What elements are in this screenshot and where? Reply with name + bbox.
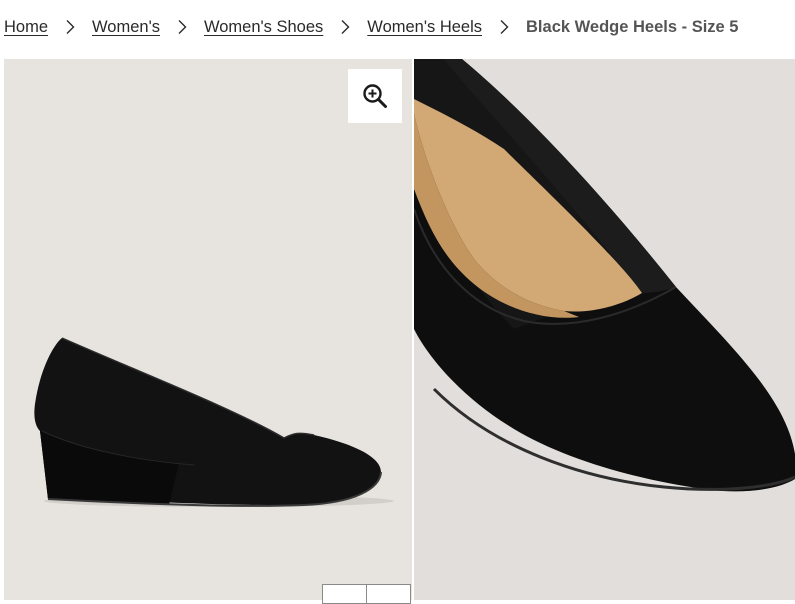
zoom-in-icon <box>363 84 387 108</box>
chevron-right-icon <box>323 19 367 35</box>
carousel-next-button[interactable] <box>366 584 411 604</box>
breadcrumb-womens-shoes-link[interactable]: Women's Shoes <box>204 18 323 37</box>
carousel-prev-button[interactable] <box>322 584 367 604</box>
product-image-closeup[interactable] <box>414 59 795 600</box>
zoom-button[interactable] <box>348 69 402 123</box>
breadcrumb-womens-heels-link[interactable]: Women's Heels <box>367 18 482 37</box>
product-image-side-view[interactable] <box>4 59 412 600</box>
wedge-shoe-side-image <box>34 337 394 507</box>
breadcrumb: Home Women's Women's Shoes Women's Heels… <box>4 16 738 38</box>
chevron-right-icon <box>160 19 204 35</box>
wedge-shoe-closeup-image <box>414 59 795 492</box>
breadcrumb-home-link[interactable]: Home <box>4 18 48 37</box>
breadcrumb-womens-link[interactable]: Women's <box>92 18 160 37</box>
chevron-right-icon <box>482 19 526 35</box>
breadcrumb-current: Black Wedge Heels - Size 5 <box>526 17 739 36</box>
chevron-right-icon <box>48 19 92 35</box>
